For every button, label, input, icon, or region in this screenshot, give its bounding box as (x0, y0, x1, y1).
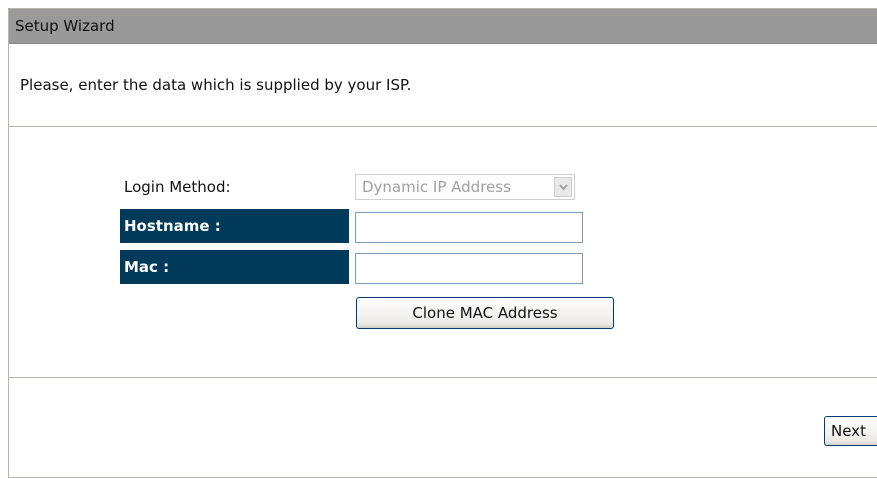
wizard-footer: Next (9, 378, 877, 478)
next-button[interactable]: Next (824, 416, 877, 446)
hostname-label: Hostname : (120, 209, 349, 243)
login-method-label: Login Method: (124, 178, 231, 196)
setup-wizard-panel: Setup Wizard Please, enter the data whic… (8, 8, 877, 478)
instruction-text: Please, enter the data which is supplied… (9, 44, 877, 127)
isp-form: Login Method: Dynamic IP Address Hostnam… (9, 127, 877, 378)
clone-mac-address-button[interactable]: Clone MAC Address (356, 297, 614, 329)
hostname-input[interactable] (355, 212, 583, 243)
mac-label: Mac : (120, 250, 349, 284)
login-method-value: Dynamic IP Address (362, 178, 511, 196)
login-method-select[interactable]: Dynamic IP Address (355, 174, 575, 200)
chevron-down-icon[interactable] (554, 177, 572, 197)
wizard-title: Setup Wizard (9, 9, 877, 44)
mac-input[interactable] (355, 253, 583, 284)
